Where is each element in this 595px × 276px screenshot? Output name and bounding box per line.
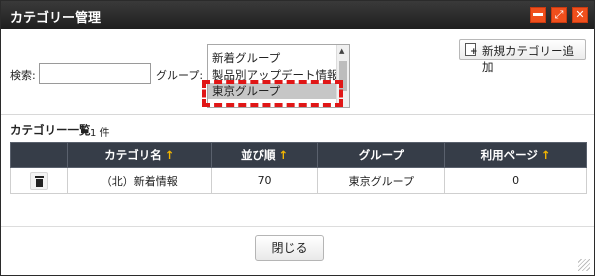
maximize-icon[interactable]: ⤢ [551,7,567,23]
category-list-heading: カテゴリー一覧 [10,123,91,137]
category-management-dialog: カテゴリー管理 ⤢ ✕ 検索: グループ: 新着グループ 製品別アップデート情報… [0,0,595,276]
category-count: 1 件 [90,128,110,139]
dialog-title: カテゴリー管理 [10,11,102,26]
category-table: カテゴリ名 ↑ 並び順 ↑ グループ 利用ページ ↑ （北）新着情報 70 東京グルー… [10,142,587,194]
title-bar[interactable]: カテゴリー管理 ⤢ ✕ [1,1,594,29]
column-header-order[interactable]: 並び順 ↑ [210,142,319,168]
minimize-icon[interactable] [530,7,546,23]
column-header-pages[interactable]: 利用ページ ↑ [444,142,587,168]
pages-cell: 0 [444,167,587,194]
highlight-annotation [202,80,343,107]
scroll-up-icon[interactable]: ▲ [339,47,344,55]
add-category-label: 新規カテゴリー追加 [482,44,574,74]
group-cell: 東京グループ [317,167,446,194]
close-icon[interactable]: ✕ [572,7,588,23]
close-button[interactable]: 閉じる [255,235,324,261]
sort-arrow-icon: ↑ [278,148,289,162]
trash-icon[interactable] [29,171,48,190]
group-label: グループ: [156,69,204,82]
column-header-category-name[interactable]: カテゴリ名 ↑ [66,142,212,168]
table-header-row: カテゴリ名 ↑ 並び順 ↑ グループ 利用ページ ↑ [10,142,587,168]
group-option[interactable]: 新着グループ [212,50,280,66]
table-row[interactable]: （北）新着情報 70 東京グループ 0 [10,167,587,194]
order-cell: 70 [210,167,319,194]
resize-grip-icon[interactable] [578,259,590,271]
search-input[interactable] [39,63,151,84]
sort-arrow-icon: ↑ [540,148,551,162]
category-name-cell[interactable]: （北）新着情報 [66,167,212,194]
row-actions-cell [10,167,68,194]
add-category-button[interactable]: 新規カテゴリー追加 [459,39,586,74]
column-header-group[interactable]: グループ [317,142,446,168]
divider [1,114,594,115]
column-header-actions [10,142,68,168]
sort-arrow-icon: ↑ [164,148,175,162]
search-label: 検索: [10,69,36,82]
add-document-icon [465,43,478,57]
